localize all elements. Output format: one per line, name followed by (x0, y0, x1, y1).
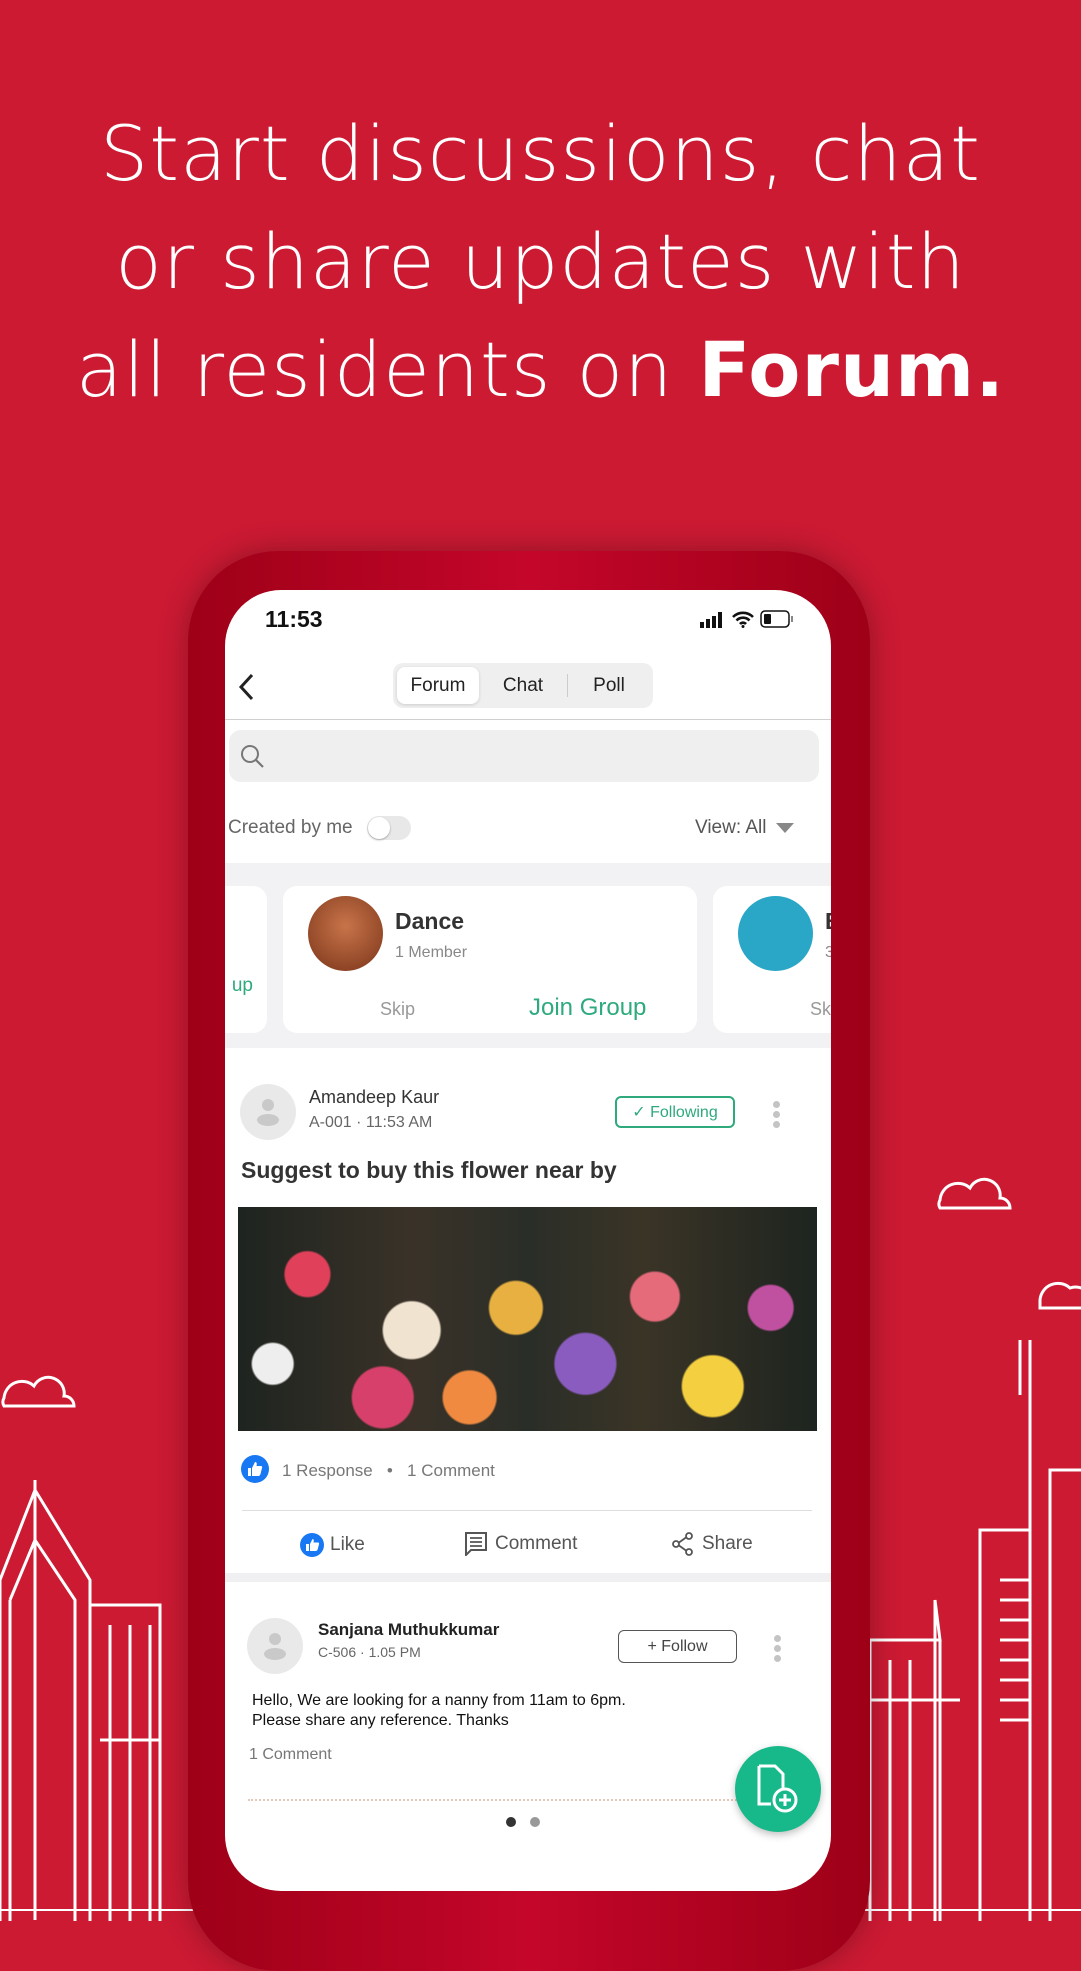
groups-carousel: up Dance 1 Member Skip Join Group B 3 Sk (225, 863, 831, 1048)
tab-forum[interactable]: Forum (397, 667, 479, 704)
group-card-next[interactable]: B 3 Sk (713, 886, 831, 1033)
comment-label: Comment (495, 1533, 578, 1554)
group-members: 1 Member (395, 944, 468, 961)
new-document-icon (757, 1764, 798, 1813)
skip-button-next[interactable]: Sk (810, 999, 831, 1020)
like-label: Like (330, 1534, 365, 1555)
post-meta: C-506 · 1.05 PM (318, 1644, 421, 1660)
post-body: Hello, We are looking for a nanny from 1… (252, 1691, 626, 1731)
back-button[interactable] (237, 672, 255, 702)
view-filter-dropdown[interactable]: View: All (695, 817, 795, 839)
comments-count[interactable]: 1 Comment (249, 1746, 332, 1764)
share-button[interactable]: Share (672, 1532, 753, 1556)
headline-line-2: or share updates with (115, 217, 966, 306)
share-icon (672, 1532, 693, 1556)
header-divider (225, 719, 831, 720)
more-options-icon[interactable] (773, 1098, 780, 1131)
group-avatar-dance (308, 896, 383, 971)
post-time: 1.05 PM (368, 1644, 421, 1660)
comment-icon (465, 1532, 487, 1556)
page-dot-active[interactable] (506, 1817, 516, 1827)
created-by-me-label: Created by me (228, 817, 353, 838)
segmented-tabs: Forum Chat Poll (393, 663, 653, 708)
phone-screen: 11:53 Forum Chat Poll Created by me View… (225, 590, 831, 1891)
post-meta: A-001 · 11:53 AM (309, 1114, 433, 1131)
author-avatar (247, 1618, 303, 1674)
headline-line-3: all residents on Forum. (0, 316, 1081, 424)
page-dot[interactable] (530, 1817, 540, 1827)
group-name-next: B (825, 908, 831, 935)
post-stats: 1 Response • 1 Comment (282, 1461, 495, 1480)
headline-line-3-text: all residents on (75, 325, 699, 414)
status-time: 11:53 (265, 606, 323, 632)
author-name[interactable]: Sanjana Muthukkumar (318, 1620, 499, 1640)
post-body-line-1: Hello, We are looking for a nanny from 1… (252, 1692, 626, 1709)
post-divider (248, 1799, 820, 1801)
author-unit: A-001 (309, 1114, 352, 1131)
join-group-button-previous[interactable]: up (232, 975, 253, 997)
tab-divider (567, 674, 568, 697)
post-title: Suggest to buy this flower near by (241, 1157, 617, 1183)
group-card-previous[interactable]: up (225, 886, 267, 1033)
tab-poll[interactable]: Poll (569, 667, 649, 704)
following-button[interactable]: ✓ Following (615, 1096, 735, 1128)
tab-chat[interactable]: Chat (483, 667, 563, 704)
caret-down-icon (776, 823, 795, 833)
group-card-dance[interactable]: Dance 1 Member Skip Join Group (283, 886, 697, 1033)
post-image-flower-shop[interactable] (238, 1207, 817, 1431)
created-by-me-toggle[interactable] (367, 816, 411, 840)
post-time: 11:53 AM (365, 1114, 433, 1131)
search-input[interactable] (229, 730, 819, 782)
post-divider (242, 1510, 812, 1511)
author-unit: C-506 (318, 1644, 357, 1660)
like-button[interactable]: Like (300, 1532, 365, 1558)
author-name[interactable]: Amandeep Kaur (309, 1087, 439, 1108)
signal-icon (700, 612, 722, 628)
post-separator (225, 1573, 831, 1582)
group-members-next: 3 (825, 944, 831, 961)
group-name: Dance (395, 908, 465, 934)
like-icon (300, 1533, 324, 1557)
headline-emphasis: Forum. (698, 325, 1006, 414)
skip-button[interactable]: Skip (380, 999, 415, 1020)
like-reaction-icon (241, 1455, 269, 1483)
follow-button[interactable]: + Follow (618, 1630, 737, 1663)
battery-icon (760, 610, 793, 628)
share-label: Share (702, 1533, 753, 1554)
view-filter-label: View: All (695, 817, 767, 838)
status-icons (700, 610, 794, 628)
post-body-line-2: Please share any reference. Thanks (252, 1712, 509, 1729)
headline-line-1: Start discussions, chat (100, 109, 981, 198)
join-group-button[interactable]: Join Group (529, 994, 646, 1022)
more-options-icon[interactable] (774, 1632, 781, 1665)
comment-button[interactable]: Comment (465, 1532, 577, 1556)
responses-count[interactable]: 1 Response (282, 1461, 373, 1480)
new-post-fab[interactable] (735, 1746, 821, 1832)
search-icon (241, 745, 264, 768)
wifi-icon (732, 611, 754, 628)
author-avatar (240, 1084, 296, 1140)
group-avatar-badminton (738, 896, 813, 971)
headline: Start discussions, chat or share updates… (0, 100, 1081, 424)
comments-count[interactable]: 1 Comment (407, 1461, 495, 1480)
